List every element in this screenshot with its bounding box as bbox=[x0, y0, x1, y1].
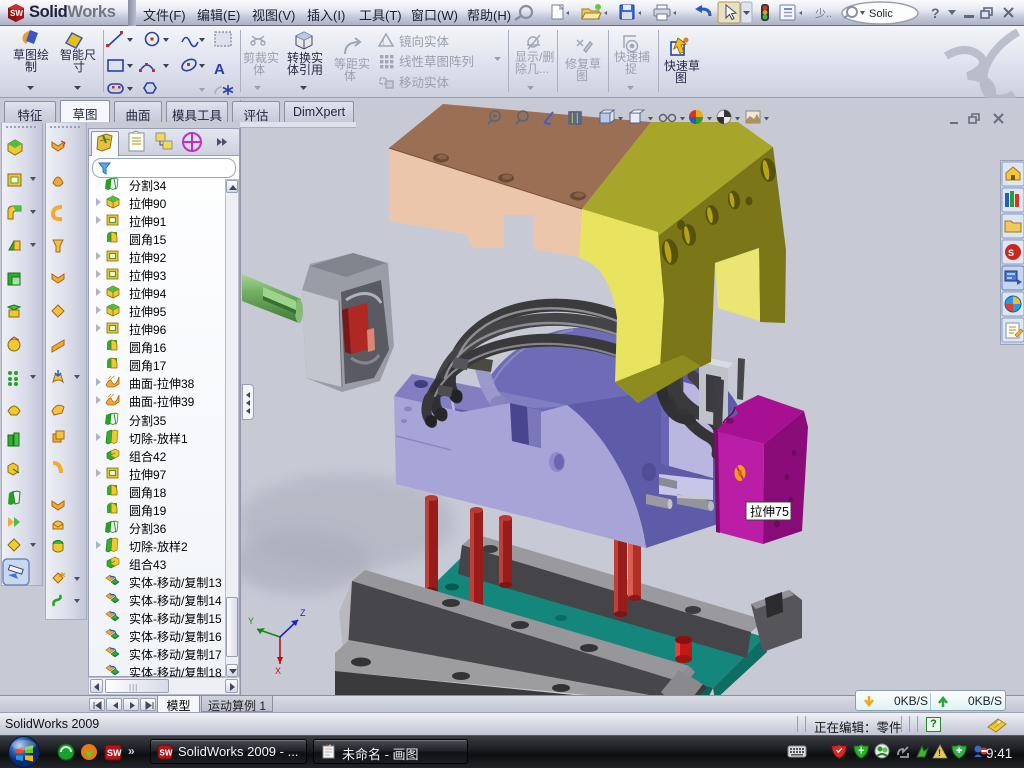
svg-text:!: ! bbox=[938, 748, 941, 758]
svg-text:SW: SW bbox=[107, 748, 122, 758]
svg-text:除几...: 除几... bbox=[515, 61, 549, 76]
svg-text:!: ! bbox=[382, 37, 385, 47]
svg-text:A: A bbox=[214, 61, 225, 78]
svg-text:Solic: Solic bbox=[869, 8, 893, 20]
svg-text:S: S bbox=[1008, 248, 1014, 258]
svg-text:捉: 捉 bbox=[625, 61, 637, 76]
svg-text:图: 图 bbox=[675, 71, 687, 85]
svg-text:少..: 少.. bbox=[815, 7, 832, 20]
svg-text:»: » bbox=[128, 744, 135, 758]
svg-text:Z: Z bbox=[300, 608, 306, 618]
svg-text:体引用: 体引用 bbox=[287, 63, 323, 77]
svg-text:SW: SW bbox=[160, 749, 173, 758]
svg-text:镜向实体: 镜向实体 bbox=[399, 34, 450, 49]
svg-text:移动实体: 移动实体 bbox=[399, 75, 450, 90]
svg-text:X: X bbox=[275, 666, 281, 676]
svg-text:寸: 寸 bbox=[73, 60, 85, 74]
svg-text:制: 制 bbox=[25, 60, 37, 74]
svg-text:图: 图 bbox=[576, 69, 588, 83]
svg-text:SW: SW bbox=[10, 9, 23, 18]
svg-text:拉伸75: 拉伸75 bbox=[750, 504, 789, 519]
svg-text:Y: Y bbox=[248, 616, 254, 626]
svg-text:?: ? bbox=[931, 5, 940, 21]
svg-text:体: 体 bbox=[253, 63, 265, 77]
svg-text:9:41: 9:41 bbox=[986, 746, 1012, 761]
svg-text:线性草图阵列: 线性草图阵列 bbox=[399, 55, 474, 69]
svg-text:体: 体 bbox=[344, 69, 356, 83]
